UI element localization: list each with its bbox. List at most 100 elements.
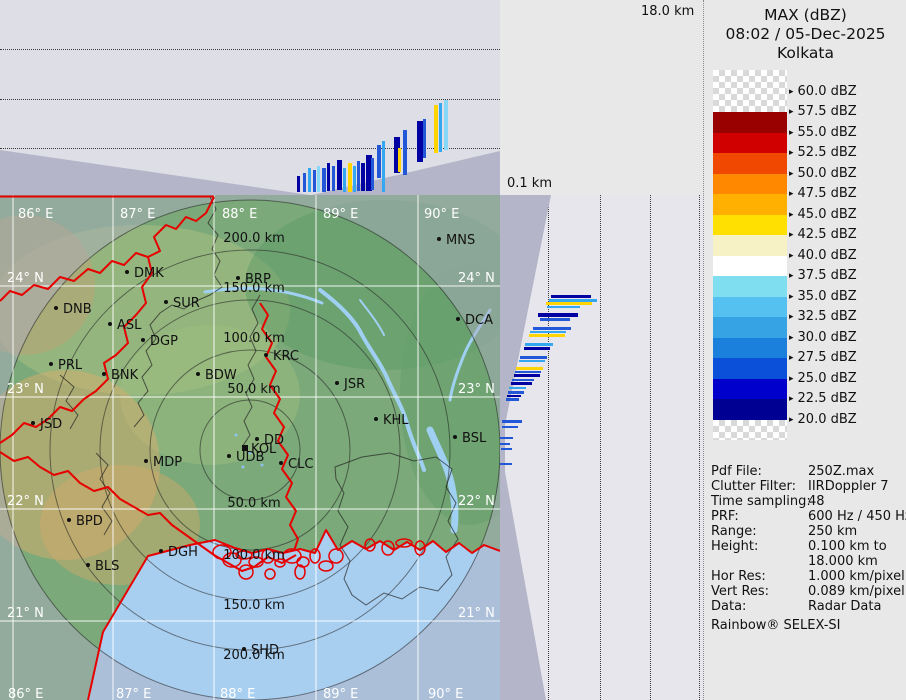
city-marker xyxy=(159,549,163,553)
dbz-color-band xyxy=(713,379,787,400)
dbz-scale-label: ▸35.0 dBZ xyxy=(789,289,857,304)
top-height-profile xyxy=(0,0,500,195)
product-datetime: 08:02 / 05-Dec-2025 xyxy=(704,25,906,44)
city-label: MDP xyxy=(153,455,182,470)
dbz-scale-label: ▸37.5 dBZ xyxy=(789,268,857,283)
city-label: BLS xyxy=(95,559,119,574)
height-axis-min-label: 0.1 km xyxy=(507,176,552,191)
dbz-scale-label: ▸32.5 dBZ xyxy=(789,309,857,324)
dbz-color-band xyxy=(713,112,787,133)
echo-bar xyxy=(377,145,381,178)
scale-arrow-icon: ▸ xyxy=(789,128,794,138)
echo-bar xyxy=(530,331,566,333)
echo-bar xyxy=(502,420,522,423)
dbz-color-band xyxy=(713,256,787,277)
lon-label: 90° E xyxy=(428,687,463,700)
echo-bar xyxy=(322,168,326,192)
city-marker xyxy=(264,353,268,357)
city-label: DGH xyxy=(168,545,198,560)
scale-arrow-icon: ▸ xyxy=(789,394,794,404)
city-marker xyxy=(141,338,145,342)
echo-bar xyxy=(317,166,320,192)
dbz-color-band xyxy=(713,153,787,174)
dbz-scale-label: ▸52.5 dBZ xyxy=(789,145,857,160)
dbz-scale-label: ▸45.0 dBZ xyxy=(789,207,857,222)
range-ring-label: 150.0 km xyxy=(223,598,285,613)
dbz-color-band xyxy=(713,297,787,318)
echo-bar xyxy=(337,160,342,190)
scale-arrow-icon: ▸ xyxy=(789,189,794,199)
echo-bar xyxy=(332,166,335,191)
echo-bar xyxy=(509,387,526,389)
echo-bar xyxy=(357,161,360,191)
city-marker xyxy=(144,459,148,463)
city-label: BRP xyxy=(245,272,271,287)
city-label: CLC xyxy=(288,457,313,472)
echo-bar xyxy=(514,374,540,377)
city-marker xyxy=(437,237,441,241)
echo-bar xyxy=(403,130,407,175)
radar-map: 86° E86° E87° E87° E88° E88° E89° E89° E… xyxy=(0,195,500,700)
dbz-color-band xyxy=(713,235,787,256)
city-marker xyxy=(335,381,339,385)
range-ring-label: 100.0 km xyxy=(223,548,285,563)
echo-bar xyxy=(303,173,306,192)
city-marker xyxy=(279,461,283,465)
city-marker xyxy=(255,437,259,441)
echo-bar xyxy=(533,327,571,330)
scale-arrow-icon: ▸ xyxy=(789,148,794,158)
echo-bar xyxy=(313,170,316,192)
echo-bar xyxy=(327,163,330,191)
dbz-scale-label: ▸25.0 dBZ xyxy=(789,371,857,386)
city-marker xyxy=(242,647,246,651)
city-label: DCA xyxy=(465,313,493,328)
lat-label: 22° N xyxy=(458,494,495,509)
city-label: JSR xyxy=(343,377,365,392)
info-row: Time sampling:48 xyxy=(711,494,905,509)
lat-label: 23° N xyxy=(7,382,44,397)
lat-label: 24° N xyxy=(7,271,44,286)
city-marker xyxy=(227,454,231,458)
echo-bar xyxy=(501,448,512,450)
city-marker xyxy=(456,317,460,321)
lat-label: 24° N xyxy=(458,271,495,286)
scale-arrow-icon: ▸ xyxy=(789,333,794,343)
dbz-scale-label: ▸57.5 dBZ xyxy=(789,104,857,119)
scale-arrow-icon: ▸ xyxy=(789,230,794,240)
city-marker xyxy=(164,300,168,304)
scale-arrow-icon: ▸ xyxy=(789,251,794,261)
echo-bar xyxy=(512,379,534,381)
scale-arrow-icon: ▸ xyxy=(789,415,794,425)
city-marker xyxy=(86,563,90,567)
echo-bar xyxy=(500,437,513,439)
lon-label: 86° E xyxy=(18,207,53,222)
info-row: Range:250 km xyxy=(711,524,905,539)
lat-label: 23° N xyxy=(458,382,495,397)
lon-label: 89° E xyxy=(323,687,358,700)
lon-label: 87° E xyxy=(120,207,155,222)
echo-bar xyxy=(515,371,541,373)
echo-bar xyxy=(444,100,448,150)
beam-blockage-wedges xyxy=(0,0,500,195)
echo-bar xyxy=(507,395,521,397)
dbz-color-band xyxy=(713,420,787,441)
city-marker xyxy=(31,421,35,425)
range-ring-label: 200.0 km xyxy=(223,231,285,246)
city-label: DMK xyxy=(134,266,164,281)
dbz-color-band xyxy=(713,70,787,112)
info-row: Hor Res:1.000 km/pixel xyxy=(711,569,905,584)
echo-bar xyxy=(529,334,565,337)
dbz-color-band xyxy=(713,358,787,379)
city-marker xyxy=(125,270,129,274)
scale-arrow-icon: ▸ xyxy=(789,312,794,322)
side-height-profile xyxy=(500,195,703,700)
city-marker xyxy=(49,362,53,366)
city-label: PRL xyxy=(58,358,83,373)
dbz-color-band xyxy=(713,215,787,236)
lon-label: 86° E xyxy=(8,687,43,700)
echo-bar xyxy=(508,391,524,394)
echo-bar xyxy=(516,367,543,370)
lon-label: 88° E xyxy=(220,687,255,700)
city-label: KHL xyxy=(383,413,409,428)
city-label: JSD xyxy=(39,417,62,432)
